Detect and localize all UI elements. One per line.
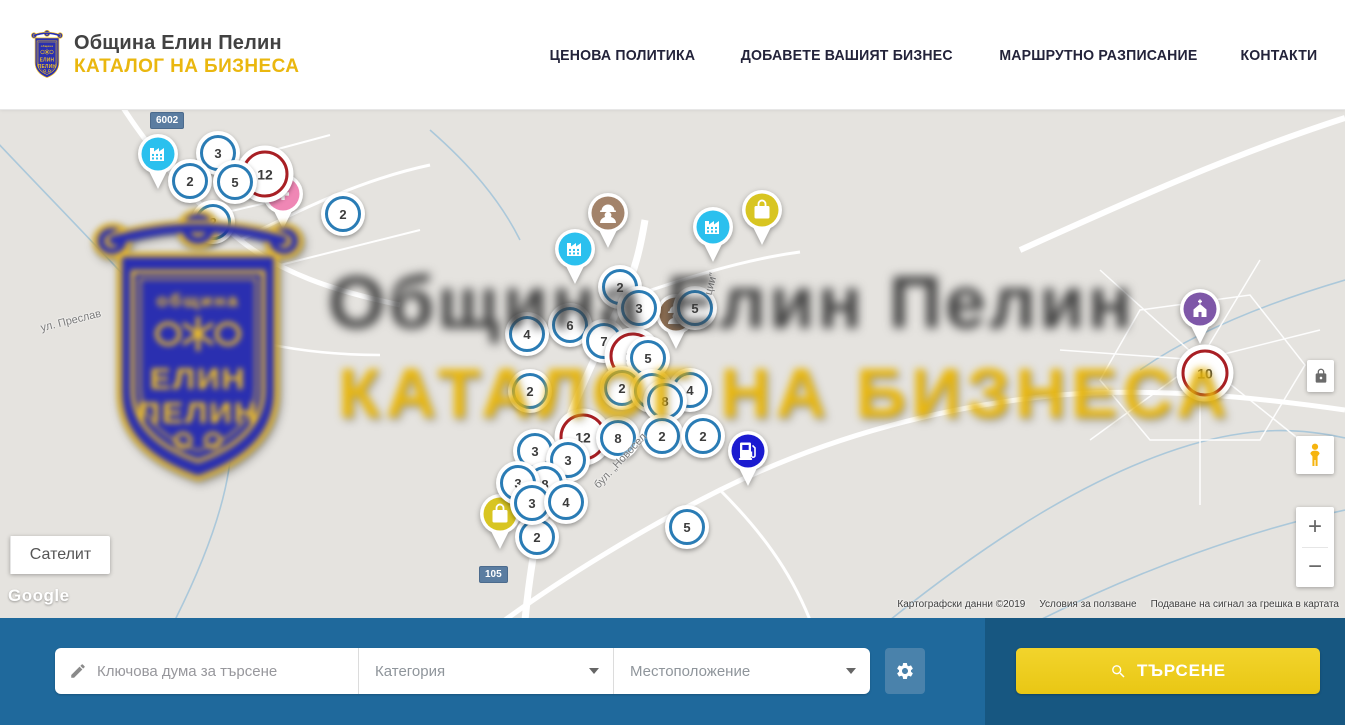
zoom-out-button[interactable]: − bbox=[1296, 547, 1334, 587]
app: община ЕЛИН ПЕЛИН Община Елин Пелин КАТА… bbox=[0, 0, 1345, 725]
street-name-label: ул. Преслав bbox=[39, 308, 102, 335]
search-button-label: ТЪРСЕНЕ bbox=[1137, 661, 1226, 681]
site-title: Община Елин Пелин bbox=[74, 32, 299, 55]
nav-add-your-business[interactable]: ДОБАВЕТЕ ВАШИЯТ БИЗНЕС bbox=[741, 47, 953, 64]
map-attribution: Картографски данни ©2019 Условия за полз… bbox=[897, 599, 1339, 610]
category-dropdown-value: Категория bbox=[375, 663, 445, 680]
logo-text: Община Елин Пелин КАТАЛОГ НА БИЗНЕСА bbox=[74, 32, 299, 78]
search-icon bbox=[1110, 663, 1127, 680]
category-dropdown[interactable]: Категория bbox=[358, 648, 613, 694]
map-cluster-marker[interactable]: 10 bbox=[1177, 345, 1234, 402]
location-dropdown-value: Местоположение bbox=[630, 663, 750, 680]
map-cluster-marker[interactable]: 5 bbox=[213, 160, 257, 204]
map-type-satellite-button[interactable]: Сателит bbox=[10, 536, 110, 574]
map-cluster-marker[interactable]: 4 bbox=[505, 312, 549, 356]
pegman-icon bbox=[1304, 441, 1326, 469]
map-cluster-marker[interactable]: 2 bbox=[321, 192, 365, 236]
attribution-report-error-link[interactable]: Подаване на сигнал за грешка в картата bbox=[1151, 599, 1339, 610]
pencil-icon bbox=[69, 662, 87, 680]
street-name-label: ции" bbox=[703, 272, 720, 297]
search-submit-button[interactable]: ТЪРСЕНЕ bbox=[1016, 648, 1320, 694]
location-dropdown[interactable]: Местоположение bbox=[613, 648, 870, 694]
road-number-badge: 6002 bbox=[150, 112, 184, 129]
map-type-control: Карта Сателит bbox=[10, 536, 110, 574]
gear-icon bbox=[895, 661, 915, 681]
map-cluster-marker[interactable]: 4 bbox=[544, 480, 588, 524]
road-number-badge: 105 bbox=[479, 566, 508, 583]
svg-text:ЕЛИН: ЕЛИН bbox=[40, 58, 55, 64]
attribution-terms-link[interactable]: Условия за ползване bbox=[1039, 599, 1136, 610]
map-cluster-marker[interactable]: 2 bbox=[168, 159, 212, 203]
map-cluster-marker[interactable]: 5 bbox=[665, 505, 709, 549]
map-cluster-marker[interactable]: 2 bbox=[681, 414, 725, 458]
svg-text:ПЕЛИН: ПЕЛИН bbox=[38, 64, 56, 70]
keyword-search-input[interactable] bbox=[97, 663, 337, 680]
street-view-pegman-button[interactable] bbox=[1296, 436, 1334, 474]
map-pin-factory[interactable] bbox=[553, 228, 597, 286]
keyword-field[interactable] bbox=[55, 648, 358, 694]
search-bar: Категория Местоположение ТЪРСЕНЕ bbox=[0, 618, 1345, 725]
municipality-crest-logo: община ЕЛИН ПЕЛИН bbox=[30, 30, 64, 80]
site-subtitle: КАТАЛОГ НА БИЗНЕСА bbox=[74, 56, 299, 78]
map-region[interactable]: 3212522235647135227481282233832345106002… bbox=[0, 110, 1345, 618]
map-cluster-marker[interactable]: 3 bbox=[617, 286, 661, 330]
main-nav: ЦЕНОВА ПОЛИТИКА ДОБАВЕТЕ ВАШИЯТ БИЗНЕС М… bbox=[545, 0, 1320, 110]
search-fields: Категория Местоположение bbox=[55, 648, 870, 694]
svg-text:община: община bbox=[41, 44, 54, 48]
nav-pricing-policy[interactable]: ЦЕНОВА ПОЛИТИКА bbox=[550, 47, 696, 64]
zoom-in-button[interactable]: + bbox=[1296, 507, 1334, 547]
chevron-down-icon bbox=[589, 668, 599, 674]
map-pin-fuel[interactable] bbox=[726, 430, 770, 488]
map-cluster-marker[interactable]: 2 bbox=[508, 369, 552, 413]
map-pin-factory[interactable] bbox=[691, 206, 735, 264]
map-pin-bag[interactable] bbox=[740, 189, 784, 247]
site-logo[interactable]: община ЕЛИН ПЕЛИН Община Елин Пелин КАТА… bbox=[30, 30, 299, 80]
nav-contacts[interactable]: КОНТАКТИ bbox=[1241, 47, 1318, 64]
google-logo[interactable]: Google bbox=[8, 586, 70, 606]
header: община ЕЛИН ПЕЛИН Община Елин Пелин КАТА… bbox=[0, 0, 1345, 110]
nav-route-schedule[interactable]: МАРШРУТНО РАЗПИСАНИЕ bbox=[1000, 47, 1198, 64]
map-markers: 3212522235647135227481282233832345106002… bbox=[0, 110, 1345, 618]
chevron-down-icon bbox=[846, 668, 856, 674]
zoom-control: + − bbox=[1296, 507, 1334, 587]
lock-button[interactable] bbox=[1307, 360, 1334, 392]
advanced-search-button[interactable] bbox=[885, 648, 925, 694]
lock-icon bbox=[1313, 368, 1329, 384]
map-pin-church[interactable] bbox=[1178, 288, 1222, 346]
map-cluster-marker[interactable]: 2 bbox=[191, 200, 235, 244]
attribution-copyright: Картографски данни ©2019 bbox=[897, 599, 1025, 610]
